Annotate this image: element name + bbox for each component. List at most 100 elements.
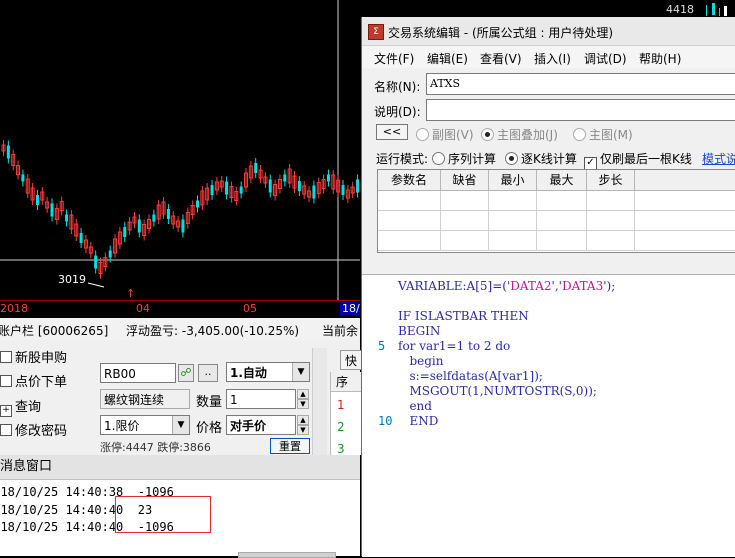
candle-body [210, 185, 214, 195]
order-seq[interactable]: 2 [337, 420, 345, 434]
message-window-title: 消息窗口 [0, 455, 360, 480]
menu-label: 点价下单 [15, 375, 68, 390]
more-button[interactable]: .. [198, 364, 218, 382]
price-label-pointer [87, 282, 105, 288]
radio-icon [432, 152, 445, 165]
option-main-overlay[interactable]: 主图叠加(J) [481, 126, 558, 143]
parameter-table[interactable]: 参数名 缺省 最小 最大 步长 [377, 169, 735, 253]
menu-click-order[interactable]: 点价下单 [0, 372, 67, 394]
run-mode-sequential[interactable]: 序列计算 [432, 150, 496, 167]
editor-titlebar[interactable]: Σ 交易系统编辑 - (所属公式组 : 用户待处理) [362, 17, 735, 46]
select-value: 1.自动 [230, 366, 267, 380]
code-line: IF ISLASTBAR THEN [398, 309, 529, 323]
menu-query[interactable]: + 查询 [0, 397, 41, 419]
candle-body [65, 214, 69, 222]
candle-body [108, 250, 112, 258]
quick-order-button[interactable]: 快 [340, 350, 362, 370]
param-cell[interactable] [635, 211, 735, 231]
param-cell[interactable] [378, 191, 441, 211]
param-cell[interactable] [378, 211, 441, 231]
top-value-label: 4418 [666, 3, 694, 16]
code-line: end [398, 399, 432, 413]
menu-label: 修改密码 [15, 424, 68, 439]
app-icon: Σ [368, 24, 384, 40]
menu-change-password[interactable]: 修改密码 [0, 421, 67, 443]
vertical-scrollbar[interactable] [312, 348, 327, 455]
menu-debug[interactable]: 调试(D) [584, 50, 627, 67]
option-main-chart[interactable]: 主图(M) [573, 126, 633, 143]
param-cell[interactable] [635, 231, 735, 251]
param-cell[interactable] [378, 231, 441, 251]
menu-insert[interactable]: 插入(I) [534, 50, 571, 67]
param-cell[interactable] [587, 211, 635, 231]
option-label: 逐K线计算 [521, 152, 577, 166]
quantity-input[interactable]: 1 [226, 389, 296, 409]
price-down-icon[interactable]: ▼ [297, 425, 309, 435]
param-cell[interactable] [489, 191, 537, 211]
code-line: BEGIN [398, 324, 441, 338]
last-bar-only-checkbox[interactable]: ✓ 仅刷最后一根K线 [584, 150, 692, 170]
code-editor[interactable]: VARIABLE:A[5]=('DATA2','DATA3'); IF ISLA… [362, 274, 735, 557]
order-list-header: 序 [331, 372, 361, 392]
param-cell[interactable] [441, 211, 489, 231]
menu-edit[interactable]: 编辑(E) [427, 50, 468, 67]
reset-button[interactable]: 重置 [270, 438, 310, 454]
trade-panel: 新股申购 点价下单 + 查询 修改密码 RB00 ☍ .. 1.自动 ▼ 螺纹钢连… [0, 340, 362, 456]
collapse-button[interactable]: << [376, 124, 408, 140]
chart-canvas: ↑ [0, 0, 360, 300]
option-sub-chart[interactable]: 副图(V) [416, 126, 474, 143]
radio-icon [505, 152, 518, 165]
chevron-down-icon: ▼ [172, 416, 189, 434]
contract-code-input[interactable]: RB00 [100, 363, 176, 383]
order-seq[interactable]: 1 [337, 398, 345, 412]
edit-icon [0, 424, 12, 436]
auto-mode-select[interactable]: 1.自动 ▼ [226, 362, 310, 382]
param-cell[interactable] [537, 231, 587, 251]
run-mode-per-bar[interactable]: 逐K线计算 [505, 150, 577, 167]
price-limits: 涨停:4447 跌停:3866 [100, 441, 211, 454]
menu-view[interactable]: 查看(V) [480, 50, 522, 67]
param-cell[interactable] [537, 191, 587, 211]
candle-body [123, 227, 127, 237]
editor-menubar: 文件(F) 编辑(E) 查看(V) 插入(I) 调试(D) 帮助(H) [362, 46, 735, 68]
candle-body [166, 209, 170, 219]
menu-file[interactable]: 文件(F) [374, 50, 414, 67]
mode-help-link[interactable]: 模式说 [702, 150, 735, 167]
candle-body [152, 214, 156, 222]
splitter[interactable] [362, 255, 735, 274]
code-line: MSGOUT(1,NUMTOSTR(S,0)); [398, 384, 597, 398]
candle-body [297, 181, 301, 191]
order-type-select[interactable]: 1.限价 ▼ [100, 415, 190, 435]
quantity-up-icon[interactable]: ▲ [297, 389, 309, 399]
time-axis: 2018 04 05 18/ [0, 300, 360, 318]
menu-label: 查询 [15, 400, 42, 415]
param-cell[interactable] [489, 211, 537, 231]
candle-body [21, 174, 25, 182]
param-cell[interactable] [441, 191, 489, 211]
param-cell[interactable] [587, 231, 635, 251]
param-cell[interactable] [489, 231, 537, 251]
candlestick-chart[interactable]: ↑ 3019 2018 04 05 18/ [0, 0, 360, 318]
candle-body [225, 181, 229, 195]
horizontal-scrollbar[interactable] [238, 552, 336, 558]
option-label: 仅刷最后一根K线 [600, 152, 692, 166]
menu-help[interactable]: 帮助(H) [639, 50, 681, 67]
chevron-down-icon: ▼ [292, 363, 309, 381]
quantity-down-icon[interactable]: ▼ [297, 399, 309, 409]
price-input[interactable]: 对手价 [226, 415, 296, 435]
param-header: 参数名 [378, 170, 441, 191]
name-input[interactable]: ATXS [426, 73, 735, 95]
order-seq[interactable]: 3 [337, 442, 345, 456]
expand-icon: + [0, 405, 12, 417]
param-cell[interactable] [537, 211, 587, 231]
description-input[interactable] [426, 99, 735, 121]
param-cell[interactable] [587, 191, 635, 211]
price-up-icon[interactable]: ▲ [297, 415, 309, 425]
param-cell[interactable] [441, 231, 489, 251]
candle-body [254, 163, 258, 173]
candle-body [94, 255, 98, 269]
lock-icon[interactable]: ☍ [178, 364, 194, 382]
param-header: 缺省 [441, 170, 489, 191]
menu-ipo-subscribe[interactable]: 新股申购 [0, 348, 67, 370]
param-cell[interactable] [635, 191, 735, 211]
